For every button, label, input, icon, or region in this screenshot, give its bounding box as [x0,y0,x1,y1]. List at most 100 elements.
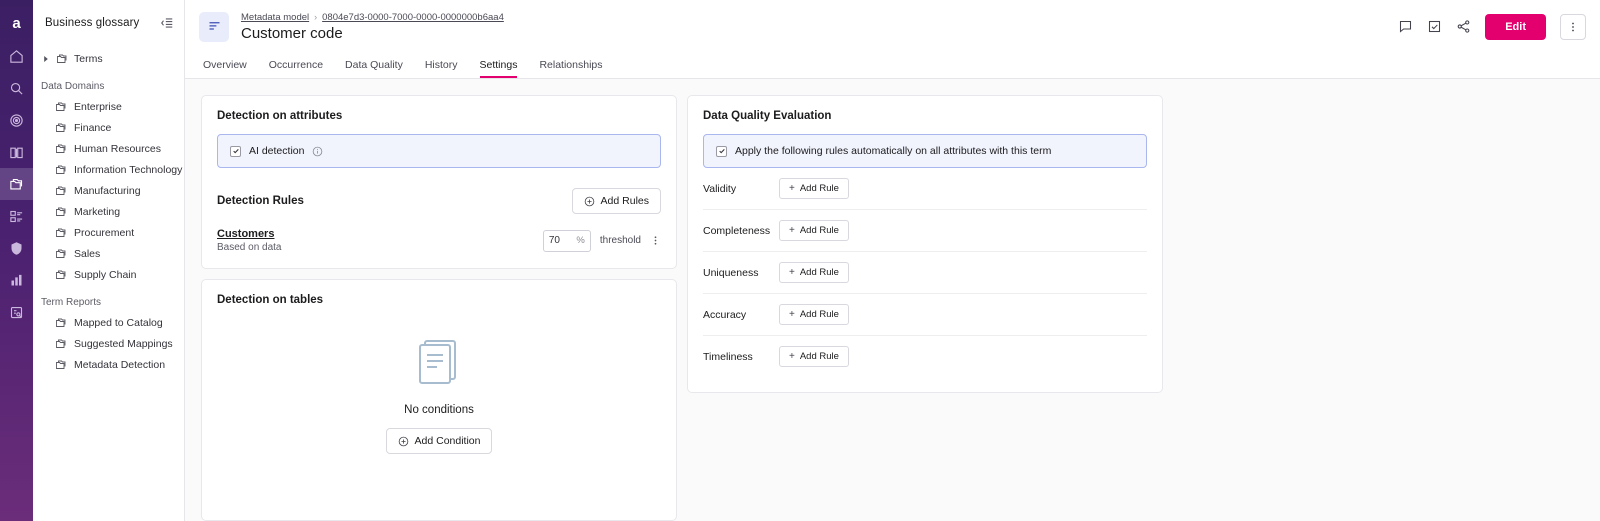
sidebar-item-label: Sales [74,247,101,260]
glossary-panel: Business glossary Terms Data Domains Ent… [33,0,185,521]
add-rule-label: Add Rule [799,351,839,362]
sidebar-item-metadata-detection[interactable]: Metadata Detection [33,354,184,375]
glossary-header: Business glossary [33,0,184,45]
folder-icon [55,143,67,155]
folder-icon [55,164,67,176]
sidebar-item-marketing[interactable]: Marketing [33,201,184,222]
left-column: Detection on attributes AI detection Det… [201,95,677,521]
document-search-icon[interactable] [0,296,33,328]
chevron-right-icon[interactable] [41,56,50,62]
book-icon[interactable] [0,136,33,168]
add-rule-button-validity[interactable]: + Add Rule [779,178,849,199]
sidebar-item-label: Enterprise [74,100,122,113]
tab-history[interactable]: History [425,59,458,78]
tab-occurrence[interactable]: Occurrence [269,59,323,78]
page-title: Customer code [241,24,343,42]
tree-item-terms[interactable]: Terms [33,49,184,69]
sidebar-item-enterprise[interactable]: Enterprise [33,96,184,117]
folder-stack-icon[interactable] [0,168,33,200]
tab-data-quality[interactable]: Data Quality [345,59,403,78]
threshold-input[interactable]: 70 % [542,229,591,252]
target-icon[interactable] [0,104,33,136]
home-icon[interactable] [0,40,33,72]
nav-group-data-domains: Enterprise Finance Human Resources Infor… [33,96,184,285]
search-icon[interactable] [0,72,33,104]
content-area: Detection on attributes AI detection Det… [185,79,1600,521]
edit-button[interactable]: Edit [1485,13,1546,40]
sidebar-item-procurement[interactable]: Procurement [33,222,184,243]
add-rules-button[interactable]: Add Rules [571,188,661,214]
plus-icon: + [789,350,795,362]
tab-overview[interactable]: Overview [203,59,247,78]
dq-dimension-label: Timeliness [703,350,753,363]
main-area: Metadata model › 0804e7d3-0000-7000-0000… [185,0,1600,521]
nav-group-term-reports: Mapped to Catalog Suggested Mappings Met… [33,312,184,375]
comment-icon[interactable] [1398,19,1413,34]
ai-detection-banner[interactable]: AI detection [217,134,661,168]
sidebar-item-label: Mapped to Catalog [74,316,163,329]
collapse-panel-icon[interactable] [160,16,174,30]
data-quality-evaluation-card: Data Quality Evaluation Apply the follow… [687,95,1163,393]
folder-icon [55,122,67,134]
sidebar-item-label: Suggested Mappings [74,337,173,350]
rule-name[interactable]: Customers [217,228,282,240]
detection-rules-header: Detection Rules Add Rules [217,188,661,214]
right-column: Data Quality Evaluation Apply the follow… [687,95,1163,521]
sidebar-item-label: Manufacturing [74,184,141,197]
plus-circle-icon [398,436,408,446]
add-rule-button-completeness[interactable]: + Add Rule [779,220,849,241]
detection-rules-title: Detection Rules [217,195,304,207]
ai-detection-checkbox[interactable] [230,145,241,157]
bar-chart-icon[interactable] [0,264,33,296]
sidebar-item-suggested-mappings[interactable]: Suggested Mappings [33,333,184,354]
sidebar-item-mapped-to-catalog[interactable]: Mapped to Catalog [33,312,184,333]
tab-relationships[interactable]: Relationships [539,59,602,78]
shield-icon[interactable] [0,232,33,264]
list-detail-icon[interactable] [0,200,33,232]
breadcrumb: Metadata model › 0804e7d3-0000-7000-0000… [241,12,504,23]
sidebar-item-label: Information Technology [74,163,183,176]
plus-circle-icon [584,196,594,206]
plus-icon: + [789,308,795,320]
sidebar-item-supply-chain[interactable]: Supply Chain [33,264,184,285]
glossary-title: Business glossary [45,16,140,29]
breadcrumb-parent[interactable]: Metadata model [241,12,309,23]
ai-detection-label: AI detection [249,145,305,157]
share-icon[interactable] [1456,19,1471,34]
sidebar-item-manufacturing[interactable]: Manufacturing [33,180,184,201]
threshold-label: threshold [599,235,641,246]
dq-dimension-label: Validity [703,182,737,195]
add-condition-label: Add Condition [414,435,481,447]
sidebar-item-label: Supply Chain [74,268,137,281]
tree-item-label: Terms [74,53,103,65]
rule-more-vertical-icon[interactable] [650,235,661,246]
folder-icon [55,101,67,113]
breadcrumb-current[interactable]: 0804e7d3-0000-7000-0000-0000000b6aa4 [322,12,504,23]
apply-rules-banner[interactable]: Apply the following rules automatically … [703,134,1147,168]
add-rule-button-timeliness[interactable]: + Add Rule [779,346,849,367]
dq-dimension-list: Validity + Add Rule Completeness + Add R… [703,168,1147,377]
info-circle-icon[interactable] [312,146,323,157]
sidebar-item-human-resources[interactable]: Human Resources [33,138,184,159]
add-condition-button[interactable]: Add Condition [385,428,493,454]
folder-icon [55,206,67,218]
more-vertical-icon[interactable] [1560,13,1586,40]
folder-icon [55,227,67,239]
tab-settings[interactable]: Settings [479,59,518,78]
dq-dimension-label: Uniqueness [703,266,759,279]
sidebar-item-finance[interactable]: Finance [33,117,184,138]
sidebar-item-label: Marketing [74,205,121,218]
app-logo[interactable]: a [0,6,33,40]
threshold-unit: % [576,235,585,246]
sidebar-item-sales[interactable]: Sales [33,243,184,264]
add-rule-button-uniqueness[interactable]: + Add Rule [779,262,849,283]
detection-attributes-title: Detection on attributes [217,110,343,122]
apply-rules-checkbox[interactable] [716,145,727,157]
empty-text: No conditions [404,404,474,416]
rule-controls: 70 % threshold [542,229,661,252]
empty-state: No conditions Add Condition [217,306,661,505]
approve-check-icon[interactable] [1427,19,1442,34]
folder-icon [55,317,67,329]
add-rule-button-accuracy[interactable]: + Add Rule [779,304,849,325]
sidebar-item-information-technology[interactable]: Information Technology [33,159,184,180]
